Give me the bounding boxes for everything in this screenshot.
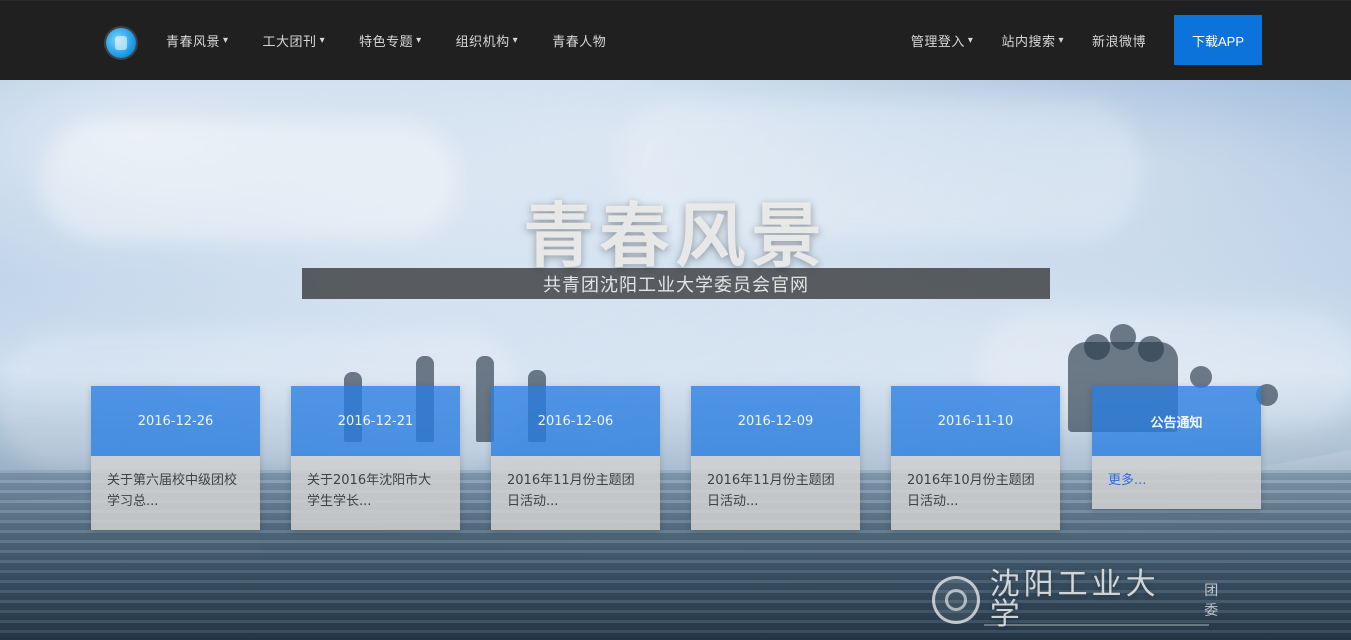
notice-more-link[interactable]: 更多... (1092, 456, 1261, 509)
top-navigation: 青春风景 ▾ 工大团刊 ▾ 特色专题 ▾ 组织机构 ▾ 青春人物 管理登入 ▾ … (0, 0, 1351, 80)
nav-item-label: 新浪微博 (1091, 34, 1146, 50)
chevron-down-icon: ▾ (319, 34, 326, 46)
nav-left: 青春风景 ▾ 工大团刊 ▾ 特色专题 ▾ 组织机构 ▾ 青春人物 (166, 0, 606, 80)
nav-item-label: 工大团刊 (262, 34, 317, 50)
site-logo[interactable] (106, 28, 136, 58)
nav-item-weibo[interactable]: 新浪微博 (1092, 31, 1146, 50)
news-card[interactable]: 2016-12-21 关于2016年沈阳市大学生学长... (291, 386, 460, 530)
tower-dome (1190, 366, 1212, 388)
news-card-date[interactable]: 2016-12-09 (691, 386, 860, 456)
hero-banner: 青春风景 共青团沈阳工业大学委员会官网 2016-12-26 关于第六届校中级团… (0, 80, 1351, 640)
news-card[interactable]: 2016-12-06 2016年11月份主题团日活动... (491, 386, 660, 530)
news-card-text[interactable]: 2016年10月份主题团日活动... (891, 456, 1060, 530)
hero-title: 青春风景 (523, 195, 828, 277)
news-card-text[interactable]: 2016年11月份主题团日活动... (691, 456, 860, 530)
news-card-date[interactable]: 2016-12-06 (491, 386, 660, 456)
brand-suffix: 团委 (1204, 583, 1219, 619)
news-cards: 2016-12-26 关于第六届校中级团校学习总... 2016-12-21 关… (91, 386, 1261, 536)
nav-item-zuzhijigou[interactable]: 组织机构 ▾ (456, 31, 519, 50)
chevron-down-icon: ▾ (223, 34, 229, 46)
chevron-down-icon: ▾ (967, 34, 974, 46)
nav-right: 管理登入 ▾ 站内搜索 ▾ 新浪微博 下载APP (911, 0, 1262, 80)
nav-item-label: 站内搜索 (1001, 34, 1056, 50)
nav-item-label: 特色专题 (359, 34, 414, 50)
news-card-text[interactable]: 关于2016年沈阳市大学生学长... (291, 456, 460, 530)
news-card[interactable]: 2016-11-10 2016年10月份主题团日活动... (891, 386, 1060, 530)
news-card-text[interactable]: 2016年11月份主题团日活动... (491, 456, 660, 530)
nav-item-qingchunrenwu[interactable]: 青春人物 (552, 31, 606, 50)
nav-item-label: 组织机构 (455, 34, 510, 50)
news-card-text[interactable]: 关于第六届校中级团校学习总... (91, 456, 260, 530)
news-card-date[interactable]: 2016-11-10 (891, 386, 1060, 456)
news-card-date[interactable]: 2016-12-21 (291, 386, 460, 456)
nav-item-label: 青春风景 (166, 34, 221, 50)
university-seal-icon (932, 576, 980, 624)
news-card-date[interactable]: 2016-12-26 (91, 386, 260, 456)
hero-subtitle: 共青团沈阳工业大学委员会官网 (302, 268, 1050, 299)
nav-item-gongdatuankan[interactable]: 工大团刊 ▾ (263, 31, 326, 50)
nav-item-site-search[interactable]: 站内搜索 ▾ (1001, 31, 1064, 50)
chevron-down-icon: ▾ (416, 34, 422, 46)
news-card[interactable]: 2016-12-09 2016年11月份主题团日活动... (691, 386, 860, 530)
brand-calligraphy: 沈阳工业大学 (989, 567, 1160, 632)
nav-item-qingchunfengjing[interactable]: 青春风景 ▾ (166, 31, 229, 50)
chevron-down-icon: ▾ (1058, 34, 1064, 46)
nav-item-label: 管理登入 (910, 34, 965, 50)
news-card[interactable]: 2016-12-26 关于第六届校中级团校学习总... (91, 386, 260, 530)
nav-item-label: 青春人物 (552, 34, 607, 50)
notice-card[interactable]: 公告通知 更多... (1092, 386, 1261, 509)
brand-underline (984, 624, 1209, 626)
download-app-button[interactable]: 下载APP (1174, 15, 1262, 65)
nav-item-admin-login[interactable]: 管理登入 ▾ (911, 31, 974, 50)
notice-title[interactable]: 公告通知 (1092, 386, 1261, 456)
university-brand-mark: 沈阳工业大学 团委 (932, 570, 1232, 630)
nav-item-teshezhuanti[interactable]: 特色专题 ▾ (359, 31, 422, 50)
chevron-down-icon: ▾ (512, 34, 519, 46)
